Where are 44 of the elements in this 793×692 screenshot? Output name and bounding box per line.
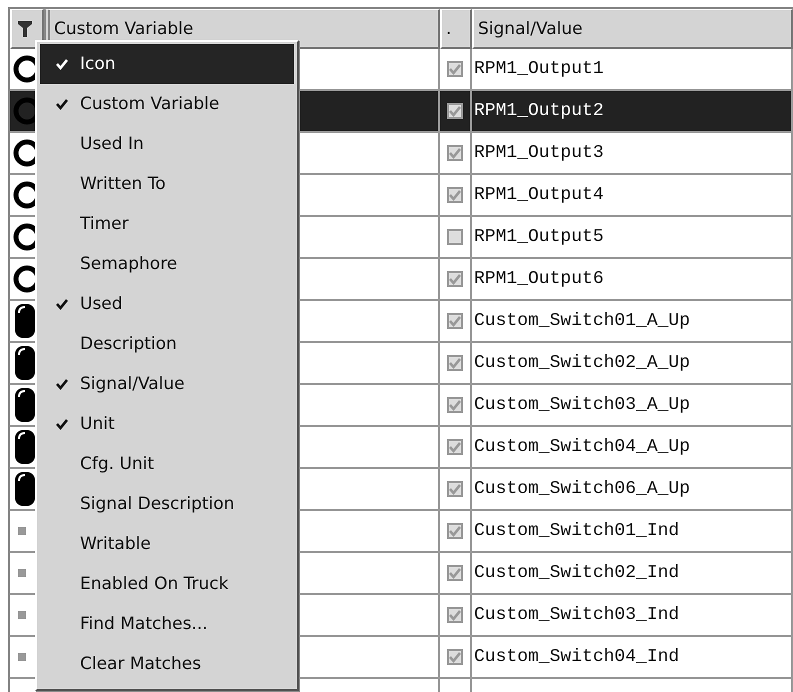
used-checkbox[interactable] xyxy=(447,649,463,665)
signal-name: Custom_Switch04_Ind xyxy=(473,647,680,667)
used-checkbox[interactable] xyxy=(447,565,463,581)
menu-item[interactable]: Icon xyxy=(40,44,294,84)
used-checkbox[interactable] xyxy=(447,607,463,623)
used-checkbox[interactable] xyxy=(447,271,463,287)
signal-name: Custom_Switch01_A_Up xyxy=(473,311,690,331)
check-icon xyxy=(56,58,68,70)
signal-name: Custom_Switch06_A_Up xyxy=(473,479,690,499)
signal-name: Custom_Switch03_A_Up xyxy=(473,395,690,415)
used-checkbox[interactable] xyxy=(447,61,463,77)
check-icon xyxy=(56,98,68,110)
used-checkbox[interactable] xyxy=(447,103,463,119)
used-checkbox[interactable] xyxy=(447,187,463,203)
square-icon xyxy=(18,569,26,577)
signal-name: Custom_Switch02_Ind xyxy=(473,563,680,583)
check-icon xyxy=(56,298,68,310)
used-checkbox[interactable] xyxy=(447,481,463,497)
used-checkbox[interactable] xyxy=(447,145,463,161)
column-header[interactable]: Signal/Value xyxy=(472,9,793,49)
signal-name: Custom_Switch04_A_Up xyxy=(473,437,690,457)
square-icon xyxy=(18,653,26,661)
used-checkbox[interactable] xyxy=(447,397,463,413)
column-header[interactable]: . xyxy=(440,9,472,49)
square-icon xyxy=(18,611,26,619)
filter-header[interactable] xyxy=(10,9,44,49)
used-checkbox[interactable] xyxy=(447,313,463,329)
signal-name: RPM1_Output3 xyxy=(473,143,604,163)
signal-name: RPM1_Output5 xyxy=(473,227,604,247)
used-checkbox[interactable] xyxy=(447,355,463,371)
signal-name: RPM1_Output4 xyxy=(473,185,604,205)
check-icon xyxy=(56,418,68,430)
signal-name: Custom_Switch01_Ind xyxy=(473,521,680,541)
filter-icon xyxy=(18,20,32,36)
used-checkbox[interactable] xyxy=(447,523,463,539)
used-checkbox[interactable] xyxy=(447,439,463,455)
signal-name: RPM1_Output1 xyxy=(473,59,604,79)
signal-name: Custom_Switch03_Ind xyxy=(473,605,680,625)
check-icon xyxy=(56,378,68,390)
signal-name: RPM1_Output2 xyxy=(473,101,604,121)
signal-name: Custom_Switch02_A_Up xyxy=(473,353,690,373)
signal-name: RPM1_Output6 xyxy=(473,269,604,289)
square-icon xyxy=(18,527,26,535)
used-checkbox[interactable] xyxy=(447,229,463,245)
